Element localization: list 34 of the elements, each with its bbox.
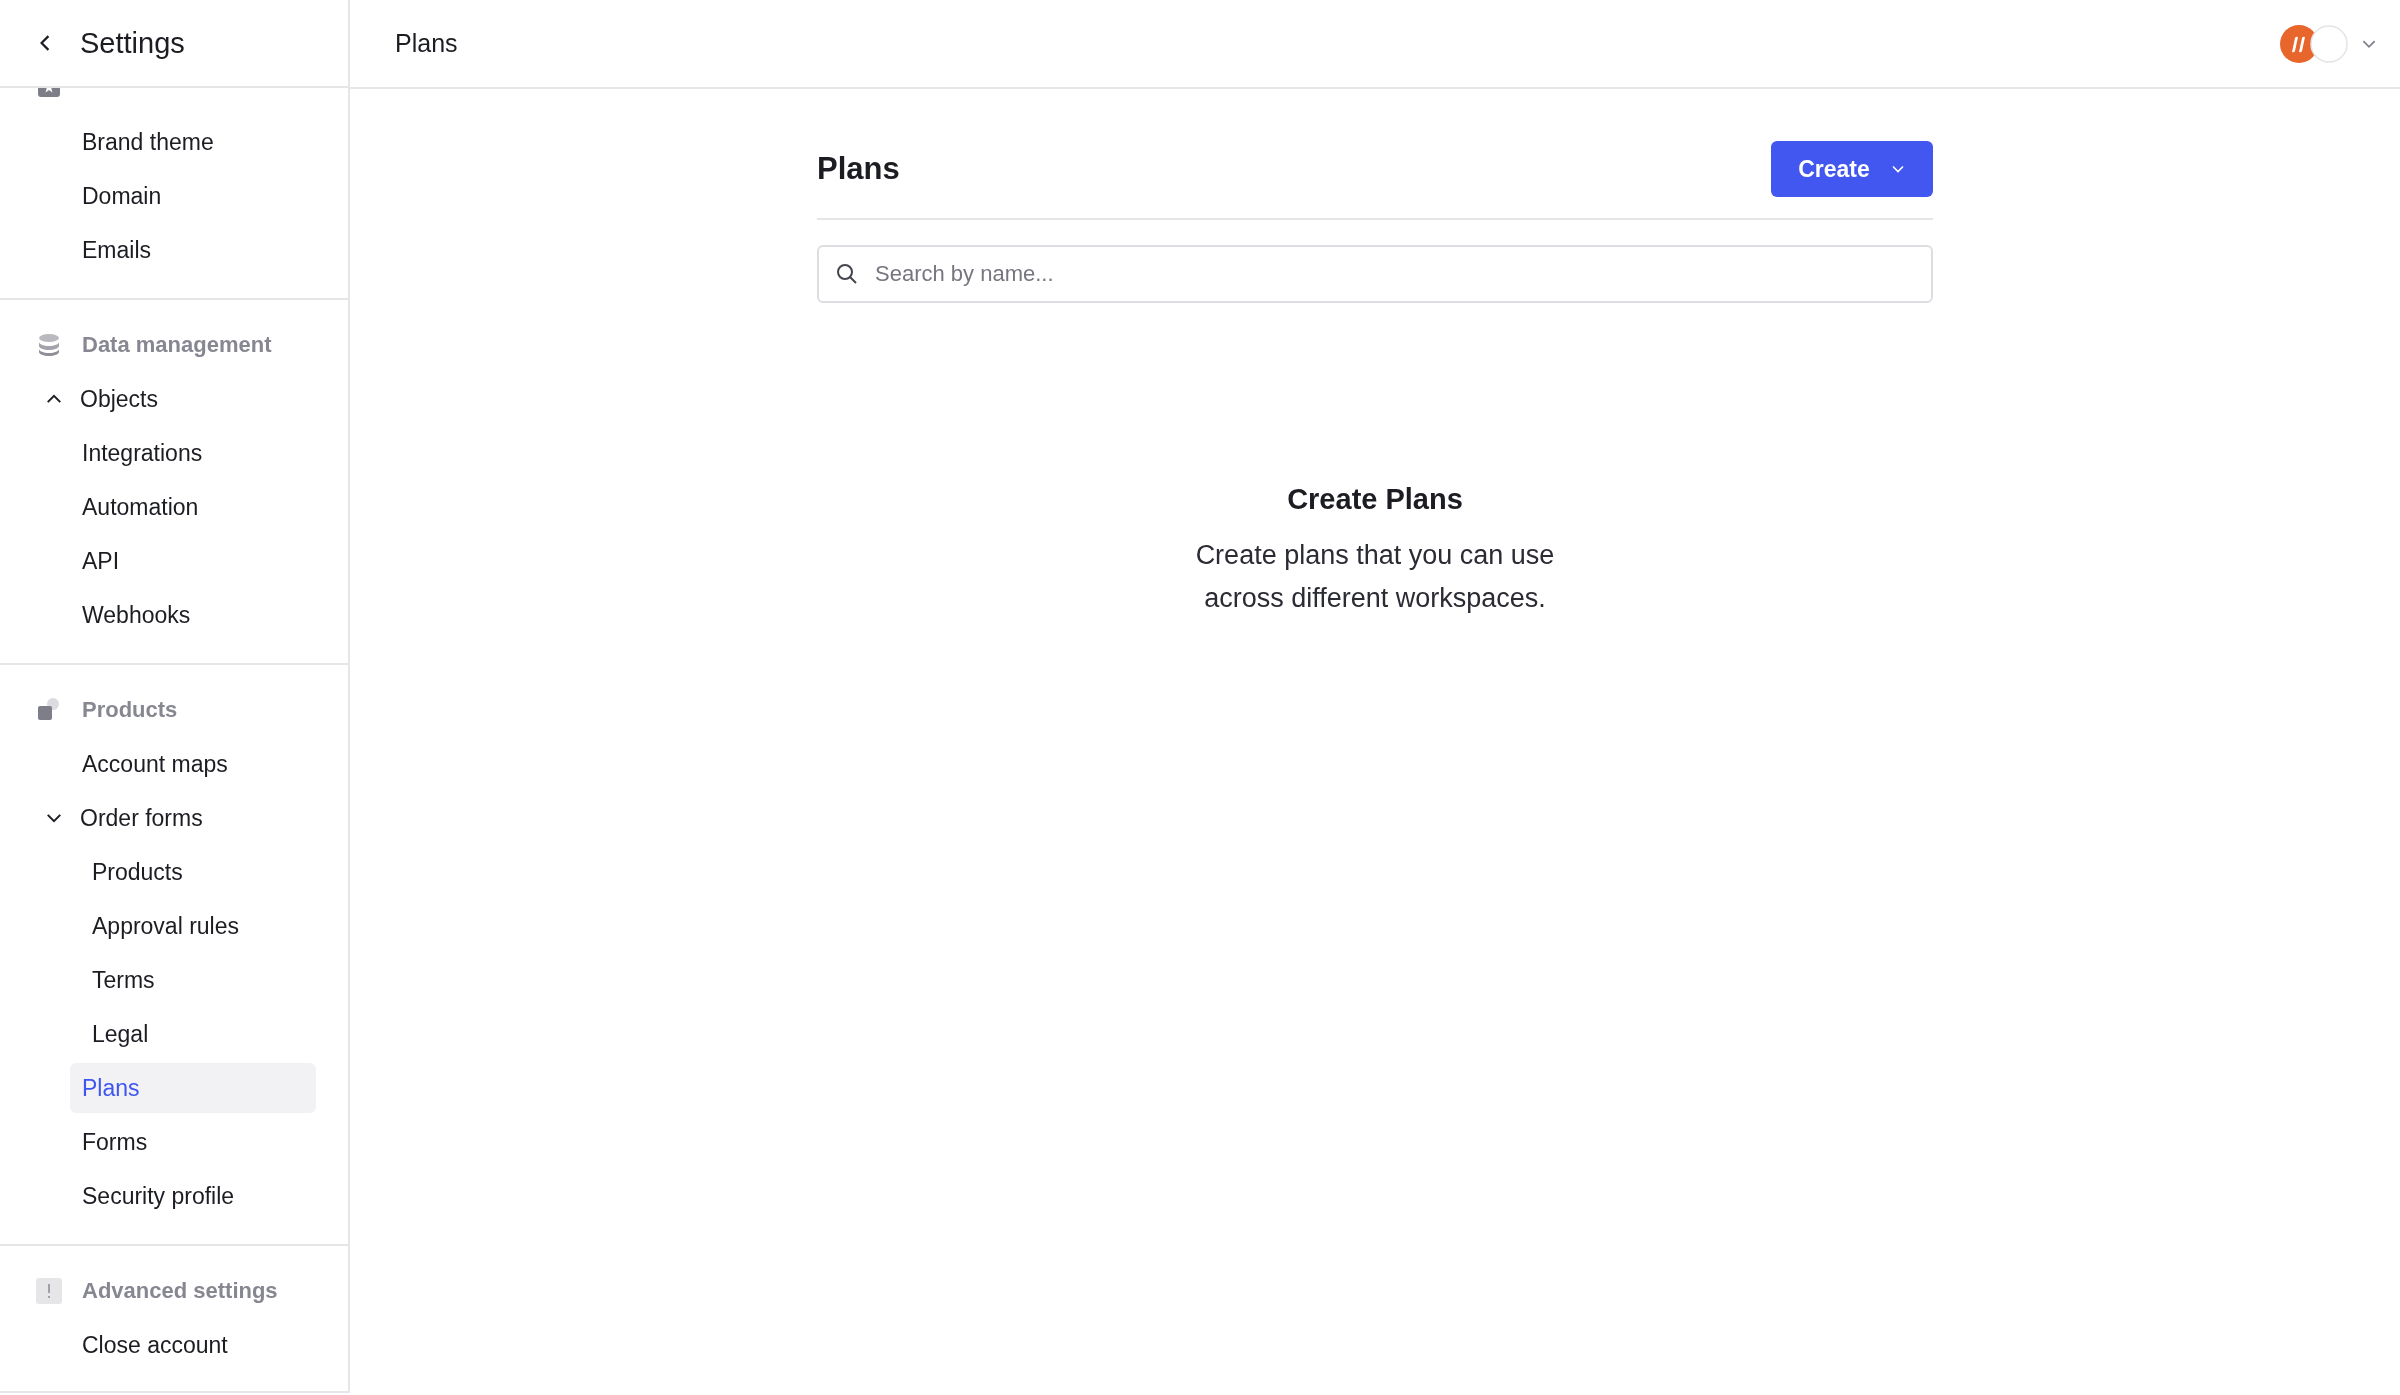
sidebar-title: Settings xyxy=(80,26,185,60)
sidebar-item[interactable]: Account maps xyxy=(70,739,316,789)
section-heading: Products xyxy=(82,697,178,723)
sidebar-item[interactable]: Legal xyxy=(70,1009,316,1059)
search-icon xyxy=(835,262,859,286)
sidebar-item[interactable]: Close account xyxy=(70,1320,316,1370)
sidebar-item[interactable]: Automation xyxy=(70,482,316,532)
create-button[interactable]: Create xyxy=(1771,141,1933,197)
empty-state-title: Create Plans xyxy=(1287,483,1463,516)
sidebar-item[interactable]: Integrations xyxy=(70,428,316,478)
sidebar-item[interactable]: Emails xyxy=(70,225,316,275)
section-heading: Advanced settings xyxy=(82,1278,278,1304)
empty-state-text: across different workspaces. xyxy=(1204,582,1546,615)
search-field[interactable]: Search by name... xyxy=(817,245,1933,303)
sidebar-item[interactable]: Approval rules xyxy=(70,901,316,951)
sidebar-item[interactable]: Plans xyxy=(70,1063,316,1113)
section-heading: Data management xyxy=(82,332,272,358)
alert-icon xyxy=(36,1278,62,1304)
avatar-icon[interactable] xyxy=(2310,24,2348,63)
sidebar-item[interactable]: Security profile xyxy=(70,1171,316,1221)
database-icon xyxy=(36,332,62,358)
sidebar-item[interactable]: Products xyxy=(70,847,316,897)
sidebar-item[interactable]: Domain xyxy=(70,171,316,221)
empty-state-text: Create plans that you can use xyxy=(1195,539,1555,572)
sidebar-group[interactable]: Objects xyxy=(44,374,316,424)
shapes-icon xyxy=(36,697,62,723)
page-title: Plans xyxy=(395,29,459,58)
sidebar-item[interactable]: Webhooks xyxy=(70,590,316,640)
sidebar-item[interactable]: API xyxy=(70,536,316,586)
sidebar-item[interactable]: Terms xyxy=(70,955,316,1005)
sidebar-item[interactable]: Forms xyxy=(70,1117,316,1167)
section-title: Plans xyxy=(817,151,900,187)
sidebar-group[interactable]: Order forms xyxy=(44,793,316,843)
sidebar-item[interactable]: Brand theme xyxy=(70,117,316,167)
